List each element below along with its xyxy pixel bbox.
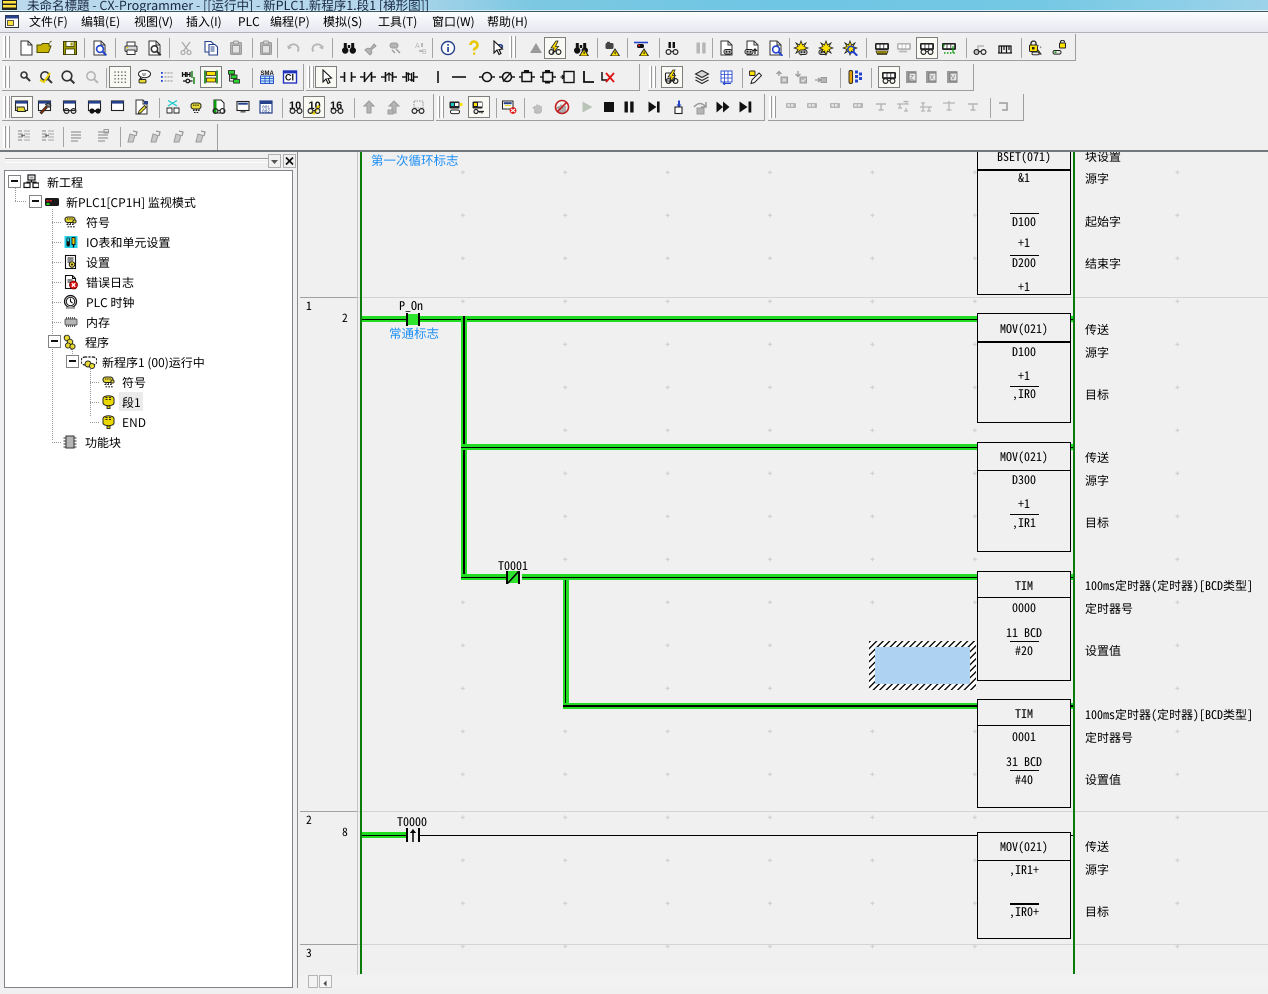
svg-text:A: A xyxy=(415,43,420,50)
svg-text:w: w xyxy=(142,72,146,78)
svg-text:CI: CI xyxy=(285,73,294,83)
svg-text:V: V xyxy=(951,76,955,82)
svg-text:X: X xyxy=(930,76,934,82)
svg-text:Z: Z xyxy=(910,76,914,82)
svg-text:002: 002 xyxy=(262,109,270,115)
svg-text:B: B xyxy=(422,49,427,56)
